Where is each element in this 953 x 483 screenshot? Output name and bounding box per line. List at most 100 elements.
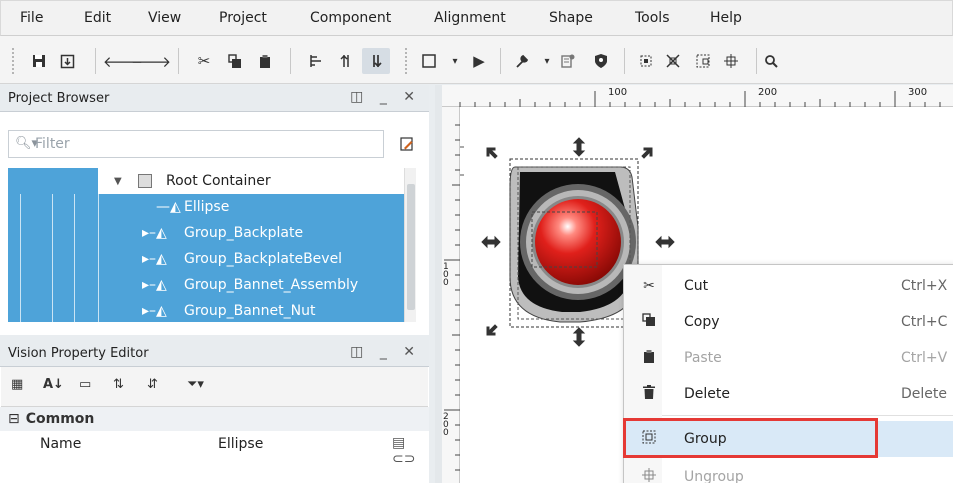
- menu-item-label: Paste: [684, 350, 722, 366]
- menu-item-delete[interactable]: Delete Delete: [624, 376, 953, 412]
- tree-item-label: Root Container: [166, 173, 271, 189]
- ruler-left: 100 200: [442, 107, 460, 483]
- menu-item-label: Ungroup: [684, 469, 744, 483]
- save-icon[interactable]: [28, 50, 50, 72]
- group-icon[interactable]: [635, 50, 657, 72]
- toolbar-separator: [95, 48, 96, 74]
- menu-item-cut[interactable]: ✂ Cut Ctrl+X: [624, 268, 953, 304]
- panel-title: Vision Property Editor: [8, 345, 149, 361]
- property-editor-panel: Vision Property Editor ◫ _ ✕ ▦ A↓ ▭ ⇅ ⇵ …: [0, 340, 429, 483]
- tree-item-root-container[interactable]: ▼ Root Container: [8, 168, 406, 194]
- select-rect-icon[interactable]: [418, 50, 440, 72]
- menu-item-shortcut: Delete: [901, 386, 947, 402]
- tree-item-label: Group_Bannet_Nut: [184, 303, 316, 319]
- redo-icon[interactable]: 🡒: [131, 50, 171, 72]
- intersect-icon[interactable]: [720, 50, 742, 72]
- group-shape-icon: ▸–◭: [142, 303, 167, 319]
- filter-input[interactable]: 🔍︎▾ Filter: [8, 130, 384, 158]
- play-icon[interactable]: ▶: [468, 50, 490, 72]
- cut-icon[interactable]: ✂: [193, 50, 215, 72]
- project-tree: ▼ Root Container —◭ Ellipse ▸–◭ Group_Ba…: [8, 168, 412, 322]
- move-icon[interactable]: [335, 50, 357, 72]
- ruler-label: 200: [443, 412, 449, 438]
- align-icon[interactable]: [305, 50, 327, 72]
- menu-alignment[interactable]: Alignment: [434, 10, 506, 26]
- property-editor-header: Vision Property Editor ◫ _ ✕: [0, 340, 429, 367]
- tree-scrollbar[interactable]: [404, 168, 416, 322]
- wrench-icon[interactable]: [511, 50, 533, 72]
- paste-icon: [640, 349, 658, 367]
- collapse-icon[interactable]: ⊟: [8, 411, 20, 427]
- bindings-icon[interactable]: ⇵: [147, 377, 158, 392]
- menu-tools[interactable]: Tools: [635, 10, 670, 26]
- toolbar-separator: [290, 48, 291, 74]
- dropdown-arrow-icon[interactable]: ▾: [536, 50, 558, 72]
- sort-az-icon[interactable]: A↓: [43, 377, 64, 392]
- menu-item-shortcut: Ctrl+V: [901, 350, 948, 366]
- toolbar-separator: [178, 48, 179, 74]
- ungroup-icon: [640, 468, 658, 483]
- menu-project[interactable]: Project: [219, 10, 267, 26]
- panel-window-controls[interactable]: ◫ _ ✕: [350, 344, 421, 360]
- filter-properties-icon[interactable]: ⏷▾: [187, 377, 204, 392]
- ruler-label: 100: [443, 262, 449, 288]
- cut-icon: ✂: [643, 278, 655, 294]
- scrollbar-thumb[interactable]: [407, 184, 415, 310]
- move-active-icon[interactable]: [362, 48, 390, 74]
- menu-item-shortcut: Ctrl+X: [901, 278, 948, 294]
- menu-item-shortcut: Ctrl+C: [901, 314, 948, 330]
- menu-item-ungroup[interactable]: Ungroup: [624, 459, 953, 483]
- tree-item-group-bannet-assembly[interactable]: ▸–◭ Group_Bannet_Assembly: [8, 272, 406, 298]
- group-shape-icon: ▸–◭: [142, 277, 167, 293]
- binding-link-icon[interactable]: ▤ ⊂⊃: [392, 435, 429, 467]
- categorized-icon[interactable]: ▦: [11, 377, 23, 392]
- tree-item-ellipse[interactable]: —◭ Ellipse: [8, 194, 406, 220]
- menu-item-paste[interactable]: Paste Ctrl+V: [624, 340, 953, 376]
- menu-item-label: Copy: [684, 314, 720, 330]
- menu-item-copy[interactable]: Copy Ctrl+C: [624, 304, 953, 340]
- panel-title: Project Browser: [8, 90, 110, 106]
- container-icon: [138, 174, 152, 188]
- panel-window-controls[interactable]: ◫ _ ✕: [350, 89, 421, 105]
- ruler-label: 100: [608, 87, 628, 98]
- copy-icon: [640, 313, 658, 331]
- paste-icon[interactable]: [254, 50, 276, 72]
- toolbar-grip[interactable]: [12, 48, 18, 74]
- ungroup-icon[interactable]: [662, 50, 684, 72]
- edit-filter-icon[interactable]: [387, 130, 427, 158]
- tree-item-label: Group_Backplate: [184, 225, 304, 241]
- menu-edit[interactable]: Edit: [84, 10, 111, 26]
- custom-properties-icon[interactable]: ⇅: [113, 377, 124, 392]
- tree-item-label: Group_Bannet_Assembly: [184, 277, 359, 293]
- collapse-arrow-icon[interactable]: ▼: [114, 176, 122, 187]
- menu-bar: File Edit View Project Component Alignme…: [0, 0, 953, 36]
- property-toolbar: ▦ A↓ ▭ ⇅ ⇵ ⏷▾: [1, 367, 428, 407]
- menu-item-label: Delete: [684, 386, 730, 402]
- tree-item-group-bannet-nut[interactable]: ▸–◭ Group_Bannet_Nut: [8, 298, 406, 322]
- property-table-icon[interactable]: ▭: [79, 377, 91, 392]
- group-shape-icon: ▸–◭: [142, 225, 167, 241]
- shield-icon[interactable]: [590, 50, 612, 72]
- menu-view[interactable]: View: [148, 10, 181, 26]
- script-icon[interactable]: [557, 50, 579, 72]
- zoom-icon[interactable]: [760, 50, 782, 72]
- menu-help[interactable]: Help: [710, 10, 742, 26]
- tree-item-group-backplatebevel[interactable]: ▸–◭ Group_BackplateBevel: [8, 246, 406, 272]
- property-value[interactable]: Ellipse: [218, 436, 263, 452]
- menu-component[interactable]: Component: [310, 10, 391, 26]
- copy-icon[interactable]: [224, 50, 246, 72]
- union-icon[interactable]: [692, 50, 714, 72]
- property-row-name[interactable]: Name Ellipse ▤ ⊂⊃: [0, 431, 429, 467]
- group-shape-icon: ▸–◭: [142, 251, 167, 267]
- ruler-top: 100 200 300: [442, 85, 953, 107]
- save-all-icon[interactable]: [56, 50, 78, 72]
- dropdown-arrow-icon[interactable]: ▾: [444, 50, 466, 72]
- toolbar-separator: [500, 48, 501, 74]
- section-label: Common: [25, 411, 95, 427]
- tree-item-group-backplate[interactable]: ▸–◭ Group_Backplate: [8, 220, 406, 246]
- property-name: Name: [40, 436, 82, 452]
- toolbar-grip[interactable]: [405, 48, 411, 74]
- menu-file[interactable]: File: [20, 10, 43, 26]
- menu-shape[interactable]: Shape: [549, 10, 593, 26]
- property-section-common[interactable]: ⊟ Common: [0, 407, 429, 431]
